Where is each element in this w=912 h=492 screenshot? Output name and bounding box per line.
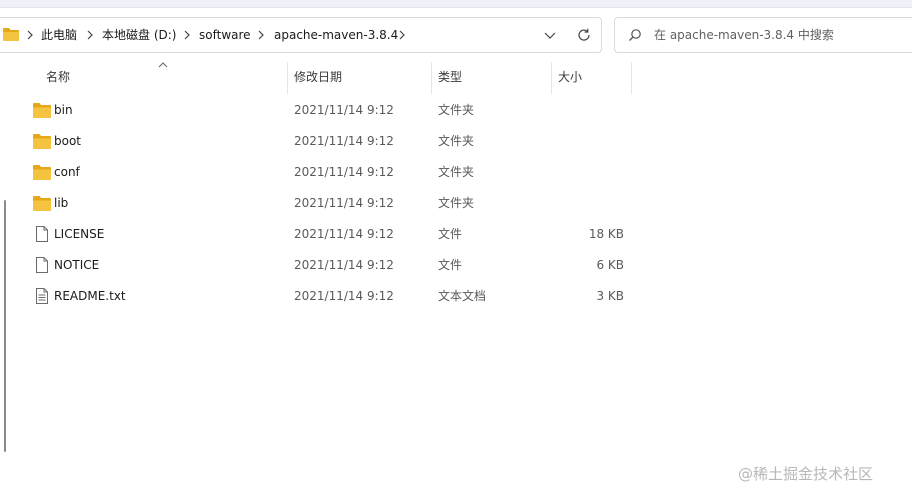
file-icon: [36, 226, 48, 242]
file-name: lib: [54, 196, 69, 210]
breadcrumb-this-pc[interactable]: 此电脑: [41, 26, 77, 44]
file-row[interactable]: LICENSE 2021/11/14 9:12 文件 18 KB: [28, 219, 628, 249]
breadcrumb-separator-icon[interactable]: [86, 26, 94, 44]
refresh-icon[interactable]: [576, 27, 592, 43]
file-name: NOTICE: [54, 258, 100, 272]
file-name: README.txt: [54, 289, 126, 303]
folder-icon: [3, 28, 19, 41]
file-row[interactable]: bin 2021/11/14 9:12 文件夹: [28, 95, 628, 125]
column-divider[interactable]: [631, 62, 632, 94]
file-name: conf: [54, 165, 80, 179]
column-divider[interactable]: [551, 62, 552, 94]
file-size: 18 KB: [588, 227, 624, 241]
file-icon: [36, 257, 48, 273]
column-header-size[interactable]: 大小: [558, 68, 582, 86]
file-type: 文本文档: [438, 289, 487, 303]
column-header-name[interactable]: 名称: [46, 68, 70, 86]
file-size: 3 KB: [596, 289, 624, 303]
breadcrumb-software[interactable]: software: [199, 26, 251, 44]
column-divider[interactable]: [431, 62, 432, 94]
file-type: 文件夹: [438, 165, 475, 179]
folder-icon: [33, 103, 51, 118]
file-row[interactable]: README.txt 2021/11/14 9:12 文本文档 3 KB: [28, 281, 628, 311]
file-row[interactable]: NOTICE 2021/11/14 9:12 文件 6 KB: [28, 250, 628, 280]
breadcrumb-separator-icon[interactable]: [26, 26, 34, 44]
breadcrumb-separator-icon[interactable]: [398, 26, 406, 44]
file-type: 文件夹: [438, 134, 475, 148]
text-file-icon: [36, 288, 48, 304]
folder-icon: [33, 165, 51, 180]
chevron-down-icon[interactable]: [542, 27, 558, 43]
search-icon: [629, 29, 641, 41]
breadcrumb-local-disk[interactable]: 本地磁盘 (D:): [102, 26, 176, 44]
file-name: LICENSE: [54, 227, 105, 241]
search-input[interactable]: 在 apache-maven-3.8.4 中搜索: [654, 26, 834, 44]
file-type: 文件: [438, 227, 463, 241]
folder-icon: [33, 134, 51, 149]
file-type: 文件夹: [438, 103, 475, 117]
column-header-date[interactable]: 修改日期: [294, 68, 342, 86]
file-name: boot: [54, 134, 82, 148]
window-top-strip: [0, 0, 912, 8]
file-modified-date: 2021/11/14 9:12: [294, 196, 394, 210]
breadcrumb-apache-maven[interactable]: apache-maven-3.8.4: [274, 26, 398, 44]
watermark: @稀土掘金技术社区: [738, 465, 874, 483]
breadcrumb-separator-icon[interactable]: [257, 26, 265, 44]
breadcrumb-separator-icon[interactable]: [183, 26, 191, 44]
vertical-scrollbar[interactable]: [4, 200, 6, 452]
file-size: 6 KB: [596, 258, 624, 272]
column-divider[interactable]: [287, 62, 288, 94]
sort-ascending-icon: [158, 62, 168, 68]
folder-icon: [33, 196, 51, 211]
file-type: 文件夹: [438, 196, 475, 210]
column-header-type[interactable]: 类型: [438, 68, 462, 86]
file-modified-date: 2021/11/14 9:12: [294, 134, 394, 148]
file-row[interactable]: boot 2021/11/14 9:12 文件夹: [28, 126, 628, 156]
file-modified-date: 2021/11/14 9:12: [294, 227, 394, 241]
file-row[interactable]: conf 2021/11/14 9:12 文件夹: [28, 157, 628, 187]
file-name: bin: [54, 103, 73, 117]
file-type: 文件: [438, 258, 463, 272]
file-modified-date: 2021/11/14 9:12: [294, 103, 394, 117]
file-modified-date: 2021/11/14 9:12: [294, 165, 394, 179]
file-modified-date: 2021/11/14 9:12: [294, 289, 394, 303]
file-row[interactable]: lib 2021/11/14 9:12 文件夹: [28, 188, 628, 218]
file-modified-date: 2021/11/14 9:12: [294, 258, 394, 272]
